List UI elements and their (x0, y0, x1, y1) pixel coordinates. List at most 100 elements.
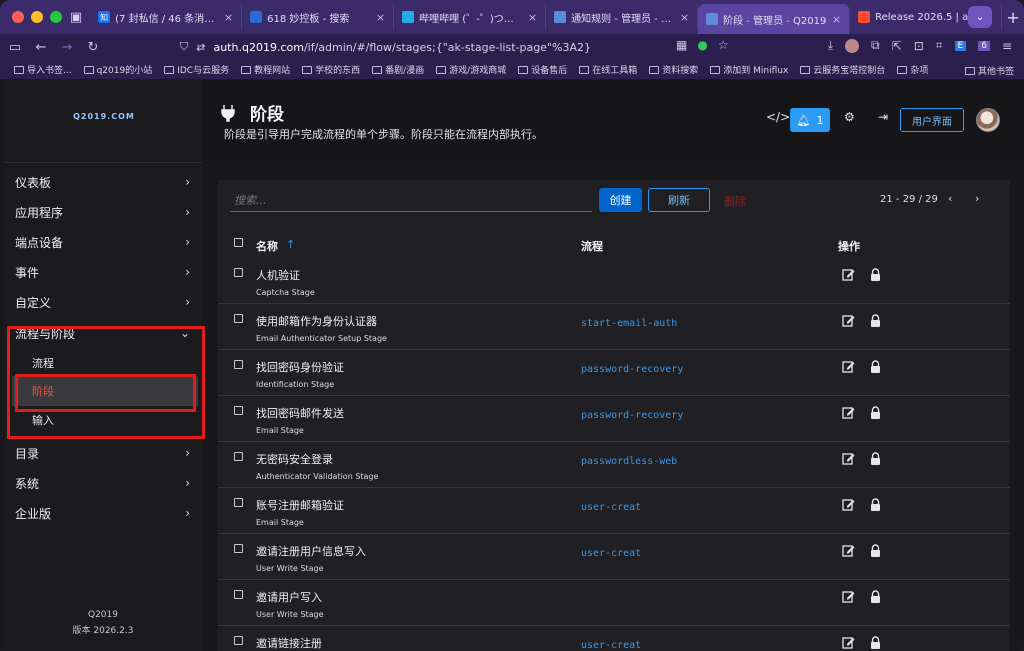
ext-e-icon[interactable]: E (954, 40, 967, 51)
bookmark-item[interactable]: q2019的小站 (78, 63, 159, 76)
stage-flow-link[interactable]: password-recovery (581, 364, 683, 375)
back-button[interactable]: ← (30, 40, 52, 55)
bookmark-item[interactable]: 在线工具箱 (573, 63, 643, 76)
stage-flow-link[interactable]: passwordless-web (581, 456, 677, 467)
browser-tab[interactable]: 阶段 - 管理员 - Q2019 × (698, 4, 851, 34)
edit-icon[interactable] (842, 452, 856, 466)
bookmark-other[interactable]: 其他书签 (964, 64, 1014, 77)
sidebar-item-system[interactable]: 系统 › (4, 468, 202, 498)
stage-flow-link[interactable]: user-creat (581, 548, 641, 559)
lock-icon[interactable] (870, 498, 882, 511)
row-checkbox[interactable] (234, 544, 243, 553)
row-checkbox[interactable] (234, 406, 243, 415)
stage-flow-link[interactable]: password-recovery (581, 410, 683, 421)
edit-icon[interactable] (842, 498, 856, 512)
table-row[interactable]: 找回密码身份验证 Identification Stage password-rec… (218, 350, 1010, 396)
table-row[interactable]: 找回密码邮件发送 Email Stage password-recovery (218, 396, 1010, 442)
search-input[interactable] (230, 190, 592, 212)
table-row[interactable]: 账号注册邮箱验证 Email Stage user-creat (218, 488, 1010, 534)
table-row[interactable]: 邀请注册用户信息写入 User Write Stage user-creat (218, 534, 1010, 580)
row-checkbox[interactable] (234, 268, 243, 277)
refresh-button[interactable]: 刷新 (648, 188, 710, 212)
menu-icon[interactable]: ≡ (1002, 39, 1012, 53)
close-tab-icon[interactable]: × (224, 11, 233, 24)
notifications-button[interactable]: 🔔︎ 1 (790, 108, 830, 132)
table-row[interactable]: 使用邮箱作为身份认证器 Email Authenticator Setup Sta… (218, 304, 1010, 350)
row-checkbox[interactable] (234, 314, 243, 323)
bookmark-item[interactable]: 教程网站 (235, 63, 296, 76)
forward-button[interactable]: → (56, 40, 78, 55)
extension-status-icon[interactable]: ● (697, 38, 707, 52)
sidebar-item-enterprise[interactable]: 企业版 › (4, 498, 202, 528)
row-checkbox[interactable] (234, 636, 243, 645)
user-interface-button[interactable]: 用户界面 (900, 108, 964, 132)
bookmark-item[interactable]: 学校的东西 (296, 63, 366, 76)
sort-asc-icon[interactable]: ↑ (286, 238, 295, 251)
bookmark-item[interactable]: 设备售后 (512, 63, 573, 76)
bookmark-item[interactable]: 资料搜索 (643, 63, 704, 76)
tab-list-button[interactable]: ⌄ (968, 6, 992, 28)
lock-icon[interactable] (870, 452, 882, 465)
crop-icon[interactable]: ⌗ (936, 38, 943, 53)
close-tab-icon[interactable]: × (680, 11, 689, 24)
table-row[interactable]: 人机验证 Captcha Stage (218, 258, 1010, 304)
edit-icon[interactable] (842, 406, 856, 420)
row-checkbox[interactable] (234, 452, 243, 461)
avatar[interactable] (976, 108, 1000, 132)
browser-tab[interactable]: 哔哩哔哩 (゜-゜)つロ 干杯~- × (394, 4, 547, 30)
gear-icon[interactable]: ⚙ (844, 110, 855, 124)
stage-flow-link[interactable]: user-creat (581, 502, 641, 513)
edit-icon[interactable] (842, 314, 856, 328)
column-header-name[interactable]: 名称 (256, 238, 278, 254)
row-checkbox[interactable] (234, 360, 243, 369)
lock-icon[interactable] (870, 406, 882, 419)
table-row[interactable]: 邀请用户写入 User Write Stage (218, 580, 1010, 626)
screenshot-icon[interactable]: ⊡ (914, 39, 924, 53)
edit-icon[interactable] (842, 544, 856, 558)
tab-overview-icon[interactable]: ▣ (62, 10, 90, 25)
sidebar-item-dashboard[interactable]: 仪表板 › (4, 167, 202, 197)
bookmark-item[interactable]: 添加到 Miniflux (704, 63, 794, 76)
code-icon[interactable]: </> (766, 110, 790, 124)
close-tab-icon[interactable]: × (528, 11, 537, 24)
browser-tab[interactable]: 通知规则 - 管理员 - Q2019 × (546, 4, 699, 30)
sidebar-item-applications[interactable]: 应用程序 › (4, 197, 202, 227)
download-icon[interactable]: ⤓ (828, 38, 833, 53)
edit-icon[interactable] (842, 636, 856, 650)
stage-flow-link[interactable]: start-email-auth (581, 318, 677, 329)
table-row[interactable]: 无密码安全登录 Authenticator Validation Stage pas… (218, 442, 1010, 488)
profile-ext-icon[interactable] (845, 38, 860, 53)
browser-tab[interactable]: 618 妙控板 - 搜索 × (242, 4, 395, 30)
delete-button[interactable]: 删除 (724, 193, 746, 209)
bookmark-item[interactable]: 杂项 (891, 63, 934, 76)
table-row[interactable]: 邀请链接注册 user-creat (218, 626, 1010, 651)
edit-icon[interactable] (842, 268, 856, 282)
edit-icon[interactable] (842, 590, 856, 604)
sidebar-toggle-icon[interactable]: ▭ (4, 40, 26, 55)
lock-icon[interactable] (870, 360, 882, 373)
browser-tab[interactable]: 知 (7 封私信 / 46 条消息) 妙控板 × (90, 4, 243, 30)
new-tab-button[interactable]: + (1002, 8, 1024, 27)
qr-code-icon[interactable]: ▦ (676, 38, 687, 52)
lock-icon[interactable] (870, 636, 882, 649)
ext-badge-icon[interactable]: 6 (978, 40, 990, 51)
sidebar-item-directory[interactable]: 目录 › (4, 438, 202, 468)
bookmark-star-icon[interactable]: ☆ (718, 38, 729, 52)
bookmark-item[interactable]: 导入书签... (8, 63, 78, 76)
sidebar-item-customization[interactable]: 自定义 › (4, 287, 202, 317)
reload-button[interactable]: ↻ (82, 40, 104, 55)
edit-icon[interactable] (842, 360, 856, 374)
row-checkbox[interactable] (234, 590, 243, 599)
bookmark-item[interactable]: 游戏/游戏商城 (430, 63, 512, 76)
bookmark-item[interactable]: IDC与云服务 (158, 63, 235, 76)
close-window-button[interactable] (12, 11, 24, 23)
lock-icon[interactable] (870, 314, 882, 327)
sidebar-item-endpoints[interactable]: 端点设备 › (4, 227, 202, 257)
bookmark-item[interactable]: 番剧/漫画 (366, 63, 430, 76)
logout-icon[interactable]: ⇥ (878, 110, 888, 124)
share-icon[interactable]: ⇱ (892, 39, 902, 53)
row-checkbox[interactable] (234, 498, 243, 507)
close-tab-icon[interactable]: × (832, 13, 841, 26)
address-bar[interactable]: ⛉ ⇄ auth.q2019.com/if/admin/#/flow/stage… (180, 36, 740, 58)
lock-icon[interactable] (870, 268, 882, 281)
